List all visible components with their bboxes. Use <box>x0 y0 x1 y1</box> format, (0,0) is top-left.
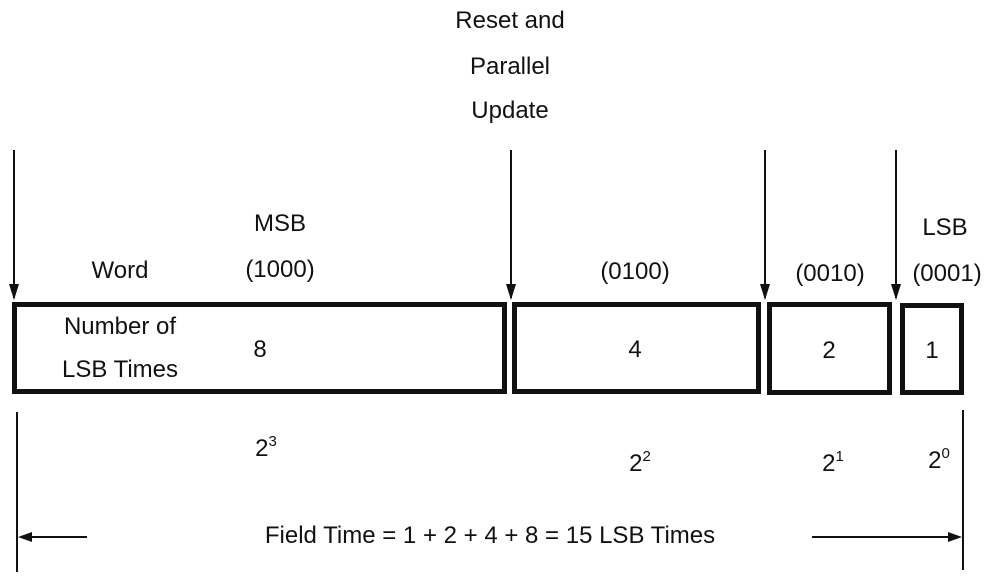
word-sub-line-1: Number of <box>63 313 177 340</box>
power-lsb: 20 <box>914 440 964 475</box>
diagram-lines <box>9 150 964 572</box>
bit-weight-3: 2 <box>822 337 836 364</box>
title-line-1: Reset and <box>455 7 565 34</box>
power-exp: 2 <box>642 448 651 465</box>
power-base: 2 <box>822 450 836 477</box>
title-line-2: Parallel <box>469 53 551 80</box>
bit-weight-msb: 8 <box>253 336 267 363</box>
arrowhead-3 <box>760 284 770 300</box>
bit-weight-2: 4 <box>628 336 642 363</box>
word-sub-line-2: LSB Times <box>61 356 179 383</box>
power-exp: 1 <box>835 448 844 465</box>
arrowhead-2 <box>506 284 516 300</box>
power-base: 2 <box>255 435 269 462</box>
title-line-3: Update <box>471 97 549 124</box>
field-arrowhead-right <box>948 532 962 542</box>
bit-code-2: (0100) <box>600 258 670 285</box>
bit-weight-lsb: 1 <box>925 337 939 364</box>
bit-code-3: (0010) <box>795 260 865 287</box>
bit-code-msb: (1000) <box>245 256 315 283</box>
power-exp: 3 <box>268 433 277 450</box>
bit-code-lsb: (0001) <box>912 260 982 287</box>
field-arrowhead-left <box>18 532 32 542</box>
arrowhead-1 <box>9 284 19 300</box>
lsb-label: LSB <box>922 214 968 241</box>
power-3: 21 <box>808 443 858 478</box>
power-base: 2 <box>928 447 942 474</box>
power-exp: 0 <box>941 445 950 462</box>
power-base: 2 <box>629 450 643 477</box>
power-2: 22 <box>610 443 670 478</box>
msb-label: MSB <box>253 210 306 237</box>
field-time-label: Field Time = 1 + 2 + 4 + 8 = 15 LSB Time… <box>264 522 716 549</box>
power-msb: 23 <box>236 428 296 463</box>
word-label: Word <box>91 257 149 284</box>
